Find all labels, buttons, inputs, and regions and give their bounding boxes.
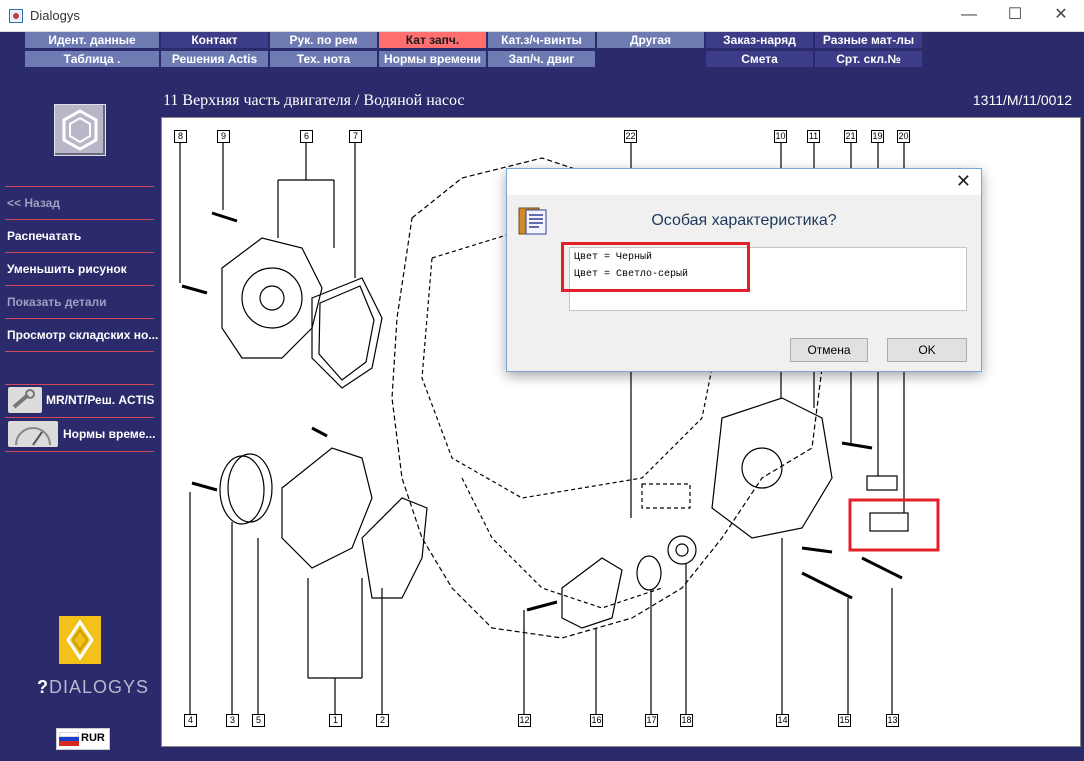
callout-15[interactable]: 15: [838, 714, 851, 727]
sidebar-divider: [5, 219, 154, 220]
dialog-close-button[interactable]: ✕: [956, 171, 971, 192]
sidebar-item-print[interactable]: Распечатать: [7, 229, 81, 243]
tool-time-norms[interactable]: Нормы време...: [6, 419, 155, 449]
callout-11[interactable]: 11: [807, 130, 820, 143]
callout-21[interactable]: 21: [844, 130, 857, 143]
sidebar-divider: [5, 451, 154, 452]
renault-logo-icon: [58, 615, 102, 665]
currency-label: RUR: [81, 732, 105, 744]
options-highlight: [561, 242, 750, 292]
cancel-button[interactable]: Отмена: [790, 338, 868, 362]
menu-misc-materials[interactable]: Разные мат-лы: [815, 32, 922, 48]
callout-19[interactable]: 19: [871, 130, 884, 143]
callout-6[interactable]: 6: [300, 130, 313, 143]
document-code: 1311/M/11/0012: [972, 92, 1072, 108]
currency-selector[interactable]: RUR: [56, 728, 110, 750]
callout-10[interactable]: 10: [774, 130, 787, 143]
gauge-icon: [8, 421, 58, 447]
callout-16[interactable]: 16: [590, 714, 603, 727]
menu-parts-screws[interactable]: Кат.з/ч-винты: [488, 32, 595, 48]
callout-4[interactable]: 4: [184, 714, 197, 727]
sidebar-item-show-details[interactable]: Показать детали: [7, 295, 107, 309]
dialogys-logo: ?DIALOGYS: [37, 677, 150, 697]
dialog-question: Особая характеристика?: [651, 212, 837, 229]
menu-parts-catalog[interactable]: Кат запч.: [379, 32, 486, 48]
menu-contact[interactable]: Контакт: [161, 32, 268, 48]
close-button[interactable]: ✕: [1038, 4, 1084, 28]
app-icon: [9, 9, 23, 23]
menu-stock-number[interactable]: Срт. скл.№: [815, 51, 922, 67]
tool-label: Нормы време...: [63, 427, 156, 441]
menu-estimate[interactable]: Смета: [706, 51, 813, 67]
menu-other[interactable]: Другая: [597, 32, 704, 48]
callout-5[interactable]: 5: [252, 714, 265, 727]
tool-actis[interactable]: MR/NT/Реш. ACTIS: [6, 385, 155, 415]
window-titlebar: Dialogys — ☐ ✕: [0, 0, 1084, 32]
callout-17[interactable]: 17: [645, 714, 658, 727]
callout-18[interactable]: 18: [680, 714, 693, 727]
page-title: 11 Верхняя часть двигателя / Водяной нас…: [163, 92, 465, 109]
sidebar-divider: [5, 417, 154, 418]
sidebar-item-zoom-out[interactable]: Уменьшить рисунок: [7, 262, 127, 276]
callout-2[interactable]: 2: [376, 714, 389, 727]
callout-8[interactable]: 8: [174, 130, 187, 143]
menu-ident-data[interactable]: Идент. данные: [25, 32, 159, 48]
dialog-titlebar: ✕: [507, 169, 981, 195]
callout-7[interactable]: 7: [349, 130, 362, 143]
callout-22[interactable]: 22: [624, 130, 637, 143]
russia-flag-icon: [59, 732, 79, 746]
hex-nut-logo-icon: [54, 104, 106, 156]
tool-label: MR/NT/Реш. ACTIS: [46, 393, 155, 407]
sidebar-divider: [5, 186, 154, 187]
menu-tech-note[interactable]: Тех. нота: [270, 51, 377, 67]
menu-work-order[interactable]: Заказ-наряд: [706, 32, 813, 48]
sidebar-divider: [5, 318, 154, 319]
callout-14[interactable]: 14: [776, 714, 789, 727]
sidebar-divider: [5, 252, 154, 253]
callout-1[interactable]: 1: [329, 714, 342, 727]
callout-9[interactable]: 9: [217, 130, 230, 143]
menu-table[interactable]: Таблица .: [25, 51, 159, 67]
special-characteristic-dialog: ✕ Особая характеристика? Цвет = Черный Ц…: [506, 168, 982, 372]
sensor-highlight: [848, 498, 940, 552]
window-title: Dialogys: [30, 8, 80, 23]
menu-repair-manual[interactable]: Рук. по рем: [270, 32, 377, 48]
callout-13[interactable]: 13: [886, 714, 899, 727]
menu-engine-parts[interactable]: Зап/ч. двиг: [488, 51, 595, 67]
sidebar-item-stock-view[interactable]: Просмотр складских но...: [7, 328, 158, 342]
ok-button[interactable]: OK: [887, 338, 967, 362]
sidebar-item-back[interactable]: << Назад: [7, 196, 60, 210]
callout-20[interactable]: 20: [897, 130, 910, 143]
wrench-icon: [8, 387, 42, 413]
menu-time-norms[interactable]: Нормы времени: [379, 51, 486, 67]
menu-actis-solutions[interactable]: Решения Actis: [161, 51, 268, 67]
callout-12[interactable]: 12: [518, 714, 531, 727]
minimize-button[interactable]: —: [946, 4, 992, 28]
sidebar-divider: [5, 285, 154, 286]
callout-3[interactable]: 3: [226, 714, 239, 727]
maximize-button[interactable]: ☐: [992, 4, 1038, 28]
sidebar-divider: [5, 351, 154, 352]
